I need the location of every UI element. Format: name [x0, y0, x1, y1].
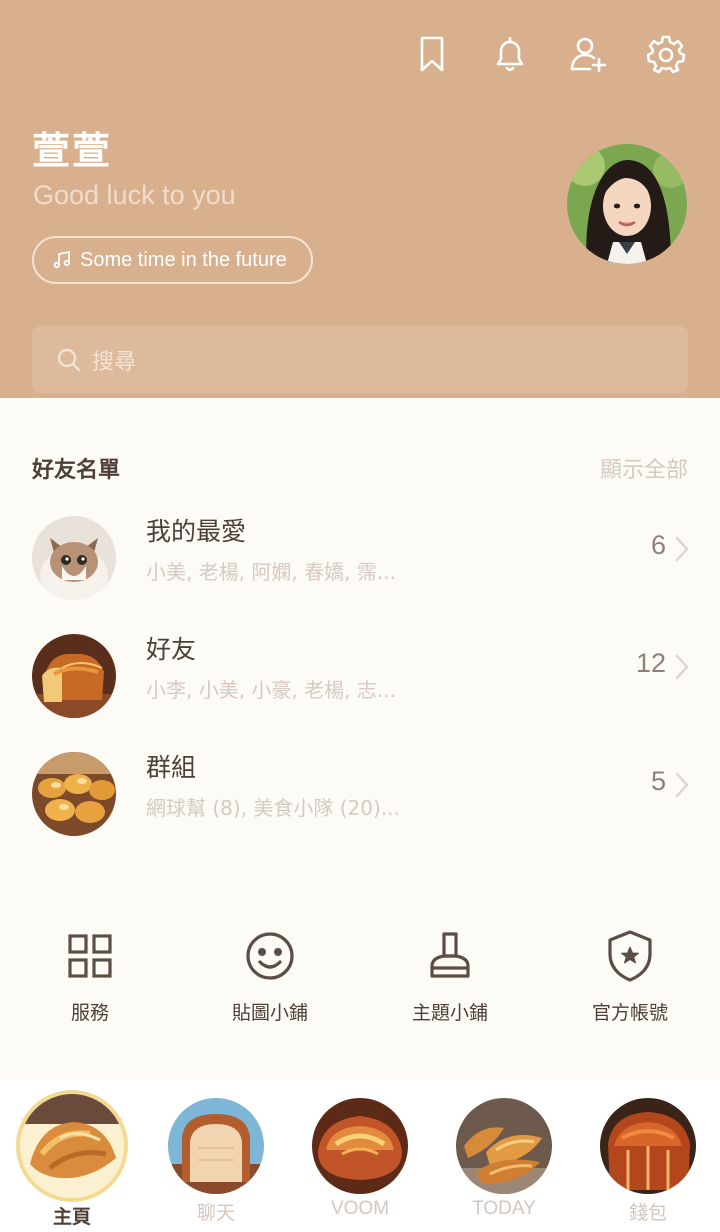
- brush-icon: [430, 932, 470, 978]
- chevron-right-icon: [675, 654, 689, 680]
- tab-wallet-label: 錢包: [628, 1203, 667, 1224]
- sticker-shop-button[interactable]: 貼圖小鋪: [180, 920, 360, 1025]
- search-icon: [57, 348, 81, 371]
- services-label: 服務: [70, 1002, 109, 1024]
- list-item-count: 12: [635, 648, 666, 678]
- official-accounts-label: 官方帳號: [591, 1002, 668, 1024]
- tab-chat[interactable]: 聊天: [144, 1098, 288, 1225]
- tab-home-label: 主頁: [52, 1207, 91, 1228]
- bread-thumbnail: [32, 634, 116, 718]
- bottom-navigation: 主頁 聊天 VOOM TODAY 錢包: [0, 1080, 720, 1232]
- bread-icon: [312, 1098, 408, 1194]
- grid-icon: [68, 934, 112, 978]
- header-actions: [412, 32, 686, 76]
- official-accounts-button[interactable]: 官方帳號: [540, 920, 720, 1025]
- search-placeholder: 搜尋: [92, 349, 137, 375]
- toast-icon: [168, 1098, 264, 1194]
- services-button[interactable]: 服務: [0, 920, 180, 1025]
- notifications-button[interactable]: [490, 32, 530, 76]
- settings-button[interactable]: [646, 32, 686, 76]
- status-message[interactable]: Good luck to you: [33, 180, 236, 211]
- list-item-members: 小李, 小美, 小豪, 老楊, 志...: [146, 678, 396, 702]
- tab-voom-label: VOOM: [330, 1198, 390, 1219]
- bell-icon: [496, 36, 524, 71]
- list-item-favorites[interactable]: 我的最愛 小美, 老楊, 阿嫻, 春嬌, 霈... 6: [0, 504, 720, 612]
- list-item-friends[interactable]: 好友 小李, 小美, 小豪, 老楊, 志... 12: [0, 622, 720, 730]
- search-input[interactable]: 搜尋: [32, 326, 688, 393]
- avatar[interactable]: [567, 144, 687, 264]
- cat-thumbnail: [32, 516, 116, 600]
- tab-today[interactable]: TODAY: [432, 1098, 576, 1220]
- chevron-right-icon: [675, 536, 689, 562]
- tab-today-label: TODAY: [472, 1198, 536, 1219]
- tab-voom[interactable]: VOOM: [288, 1098, 432, 1220]
- show-all-link[interactable]: 顯示全部: [600, 452, 688, 484]
- quick-services: 服務 貼圖小鋪 主題小鋪 官方帳號: [0, 920, 720, 1040]
- theme-shop-label: 主題小鋪: [411, 1002, 488, 1024]
- list-item-members: 小美, 老楊, 阿嫻, 春嬌, 霈...: [146, 560, 396, 584]
- list-item-title: 我的最愛: [146, 517, 247, 546]
- shield-star-icon: [608, 930, 652, 982]
- list-item-groups[interactable]: 群組 網球幫 (8), 美食小隊 (20)... 5: [0, 740, 720, 848]
- tab-wallet[interactable]: 錢包: [576, 1098, 720, 1225]
- tab-home[interactable]: 主頁: [0, 1094, 144, 1229]
- add-friend-icon: [570, 37, 607, 73]
- bookmark-button[interactable]: [412, 32, 452, 76]
- music-note-icon: [53, 250, 70, 269]
- list-item-members: 網球幫 (8), 美食小隊 (20)...: [146, 796, 400, 820]
- list-item-title: 好友: [146, 635, 197, 664]
- smiley-icon: [246, 932, 294, 980]
- profile-name[interactable]: 萱萱: [32, 120, 112, 175]
- profile-photo: [567, 144, 687, 264]
- bookmark-icon: [420, 36, 444, 72]
- sticker-shop-label: 貼圖小鋪: [231, 1002, 308, 1024]
- brioche-icon: [600, 1098, 696, 1194]
- list-item-count: 6: [650, 530, 666, 560]
- croissants-icon: [456, 1098, 552, 1194]
- theme-shop-button[interactable]: 主題小鋪: [360, 920, 540, 1025]
- croissant-icon: [20, 1094, 124, 1198]
- list-item-title: 群組: [146, 753, 197, 782]
- buns-thumbnail: [32, 752, 116, 836]
- tab-chat-label: 聊天: [196, 1203, 235, 1224]
- chevron-right-icon: [675, 772, 689, 798]
- add-friend-button[interactable]: [568, 32, 608, 76]
- profile-header: 萱萱 Good luck to you Some time in the fut…: [0, 0, 720, 398]
- gear-icon: [646, 35, 686, 74]
- profile-music-button[interactable]: Some time in the future: [32, 236, 313, 284]
- list-item-count: 5: [650, 766, 666, 796]
- profile-music-label: Some time in the future: [80, 248, 287, 271]
- friend-list-title: 好友名單: [32, 458, 121, 483]
